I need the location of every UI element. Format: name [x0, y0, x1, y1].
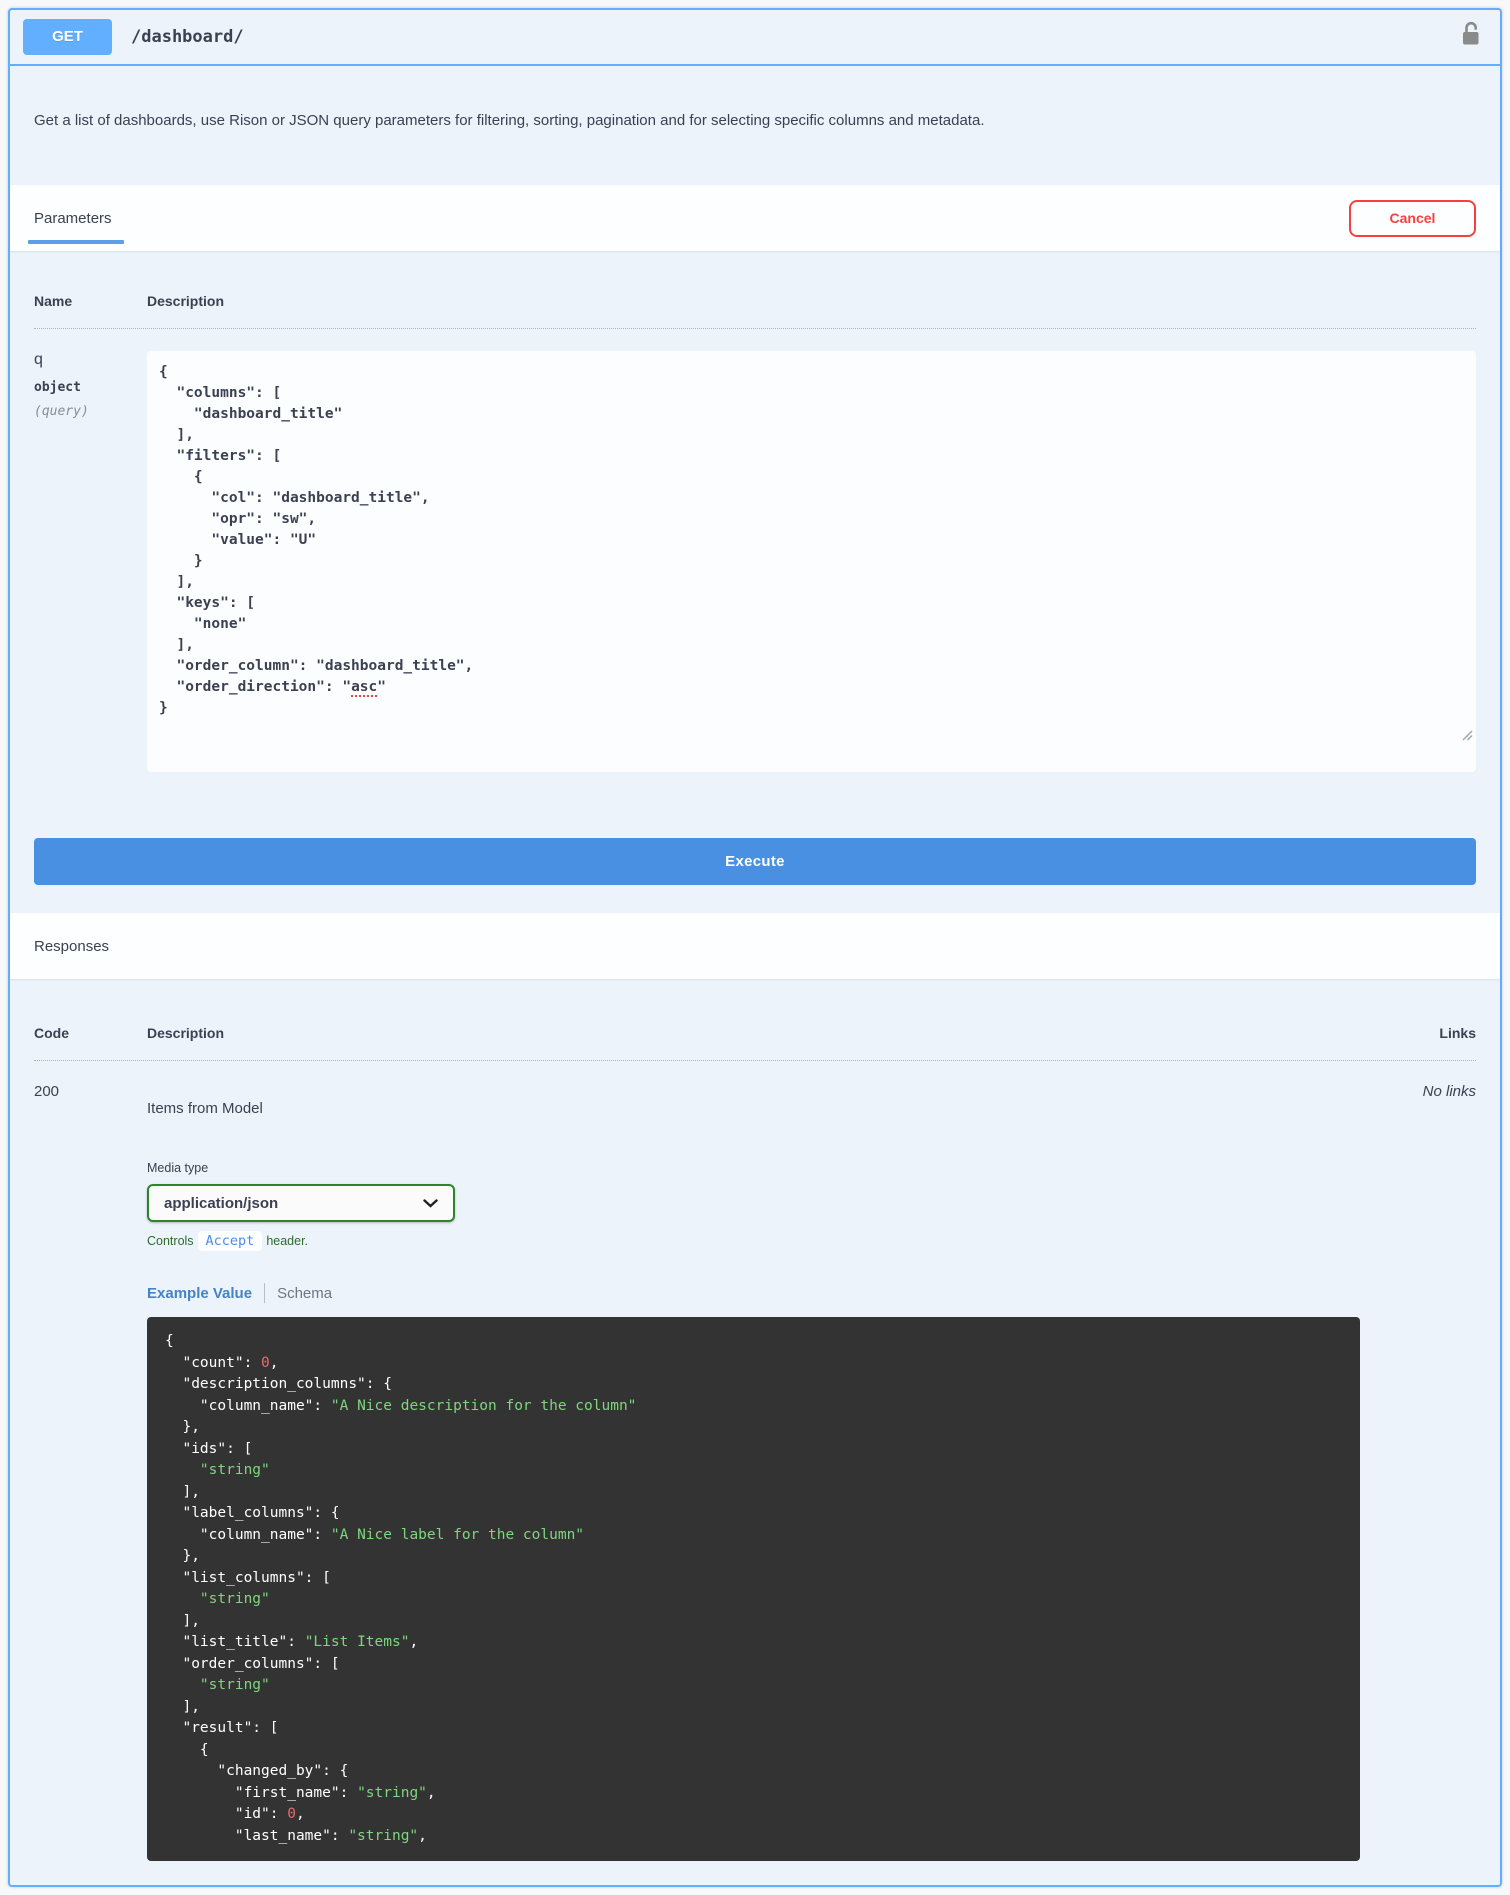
parameter-row-q: q object (query) { "columns": [ "dashboa…	[34, 329, 1476, 772]
responses-header: Responses	[10, 913, 1500, 979]
accept-header-link[interactable]: Accept	[197, 1231, 263, 1251]
parameters-title: Parameters	[34, 209, 112, 227]
response-description-column-header: Description	[147, 1025, 225, 1041]
chevron-down-icon	[423, 1195, 438, 1212]
execute-button[interactable]: Execute	[34, 838, 1476, 885]
tab-parameters[interactable]: Parameters	[28, 185, 123, 251]
parameter-name: q	[34, 351, 43, 368]
media-type-value: application/json	[164, 1194, 279, 1212]
execute-wrapper: Execute	[10, 772, 1500, 913]
name-column-header: Name	[34, 293, 73, 309]
media-type-label: Media type	[147, 1161, 209, 1175]
links-column-header: Links	[1439, 1025, 1476, 1041]
tab-divider	[264, 1283, 266, 1303]
description-column-header: Description	[147, 293, 225, 309]
example-schema-tabs: Example Value Schema	[147, 1283, 1306, 1303]
parameter-value-cell: { "columns": [ "dashboard_title" ], "fil…	[147, 351, 1476, 772]
responses-table-header: Code Description Links	[34, 1025, 1476, 1061]
response-description-cell: Items from Model Media type application/…	[147, 1083, 1360, 1861]
endpoint-description: Get a list of dashboards, use Rison or J…	[34, 112, 985, 129]
parameters-table-header: Name Description	[34, 293, 1476, 329]
cancel-button[interactable]: Cancel	[1349, 199, 1476, 237]
code-column-header: Code	[34, 1025, 69, 1041]
controls-accept-line: Controls Accept header.	[147, 1231, 1306, 1251]
response-row-200: 200 Items from Model Media type applicat…	[34, 1061, 1476, 1861]
response-links: No links	[1422, 1083, 1476, 1100]
parameter-location: (query)	[34, 404, 89, 419]
endpoint-summary[interactable]: GET /dashboard/	[10, 10, 1500, 66]
q-parameter-textarea[interactable]: { "columns": [ "dashboard_title" ], "fil…	[147, 351, 1476, 772]
parameters-table: Name Description q object (query) { "col…	[10, 251, 1500, 772]
resize-grip-icon[interactable]	[1339, 706, 1473, 769]
parameter-type: object	[34, 380, 81, 395]
controls-prefix: Controls	[147, 1234, 194, 1248]
http-method-badge: GET	[23, 19, 112, 55]
example-json-code: { "count": 0, "description_columns": { "…	[147, 1317, 1360, 1861]
unlock-icon	[1461, 21, 1482, 53]
swagger-page: GET /dashboard/ Get a list of dashboards…	[0, 0, 1510, 1895]
parameters-header: Parameters Cancel	[10, 185, 1500, 251]
responses-table: Code Description Links 200 Items from Mo…	[10, 979, 1500, 1885]
controls-suffix: header.	[266, 1234, 309, 1248]
tab-example-value[interactable]: Example Value	[147, 1285, 252, 1302]
response-description: Items from Model	[147, 1100, 263, 1117]
opblock-get-dashboard: GET /dashboard/ Get a list of dashboards…	[8, 8, 1502, 1887]
responses-title: Responses	[34, 937, 110, 955]
tab-schema[interactable]: Schema	[277, 1285, 332, 1302]
auth-lock-button[interactable]	[1461, 21, 1482, 53]
parameter-meta: q object (query)	[34, 351, 147, 772]
media-type-select[interactable]: application/json	[147, 1184, 455, 1222]
endpoint-path: /dashboard/	[131, 27, 244, 47]
response-code: 200	[34, 1083, 60, 1100]
